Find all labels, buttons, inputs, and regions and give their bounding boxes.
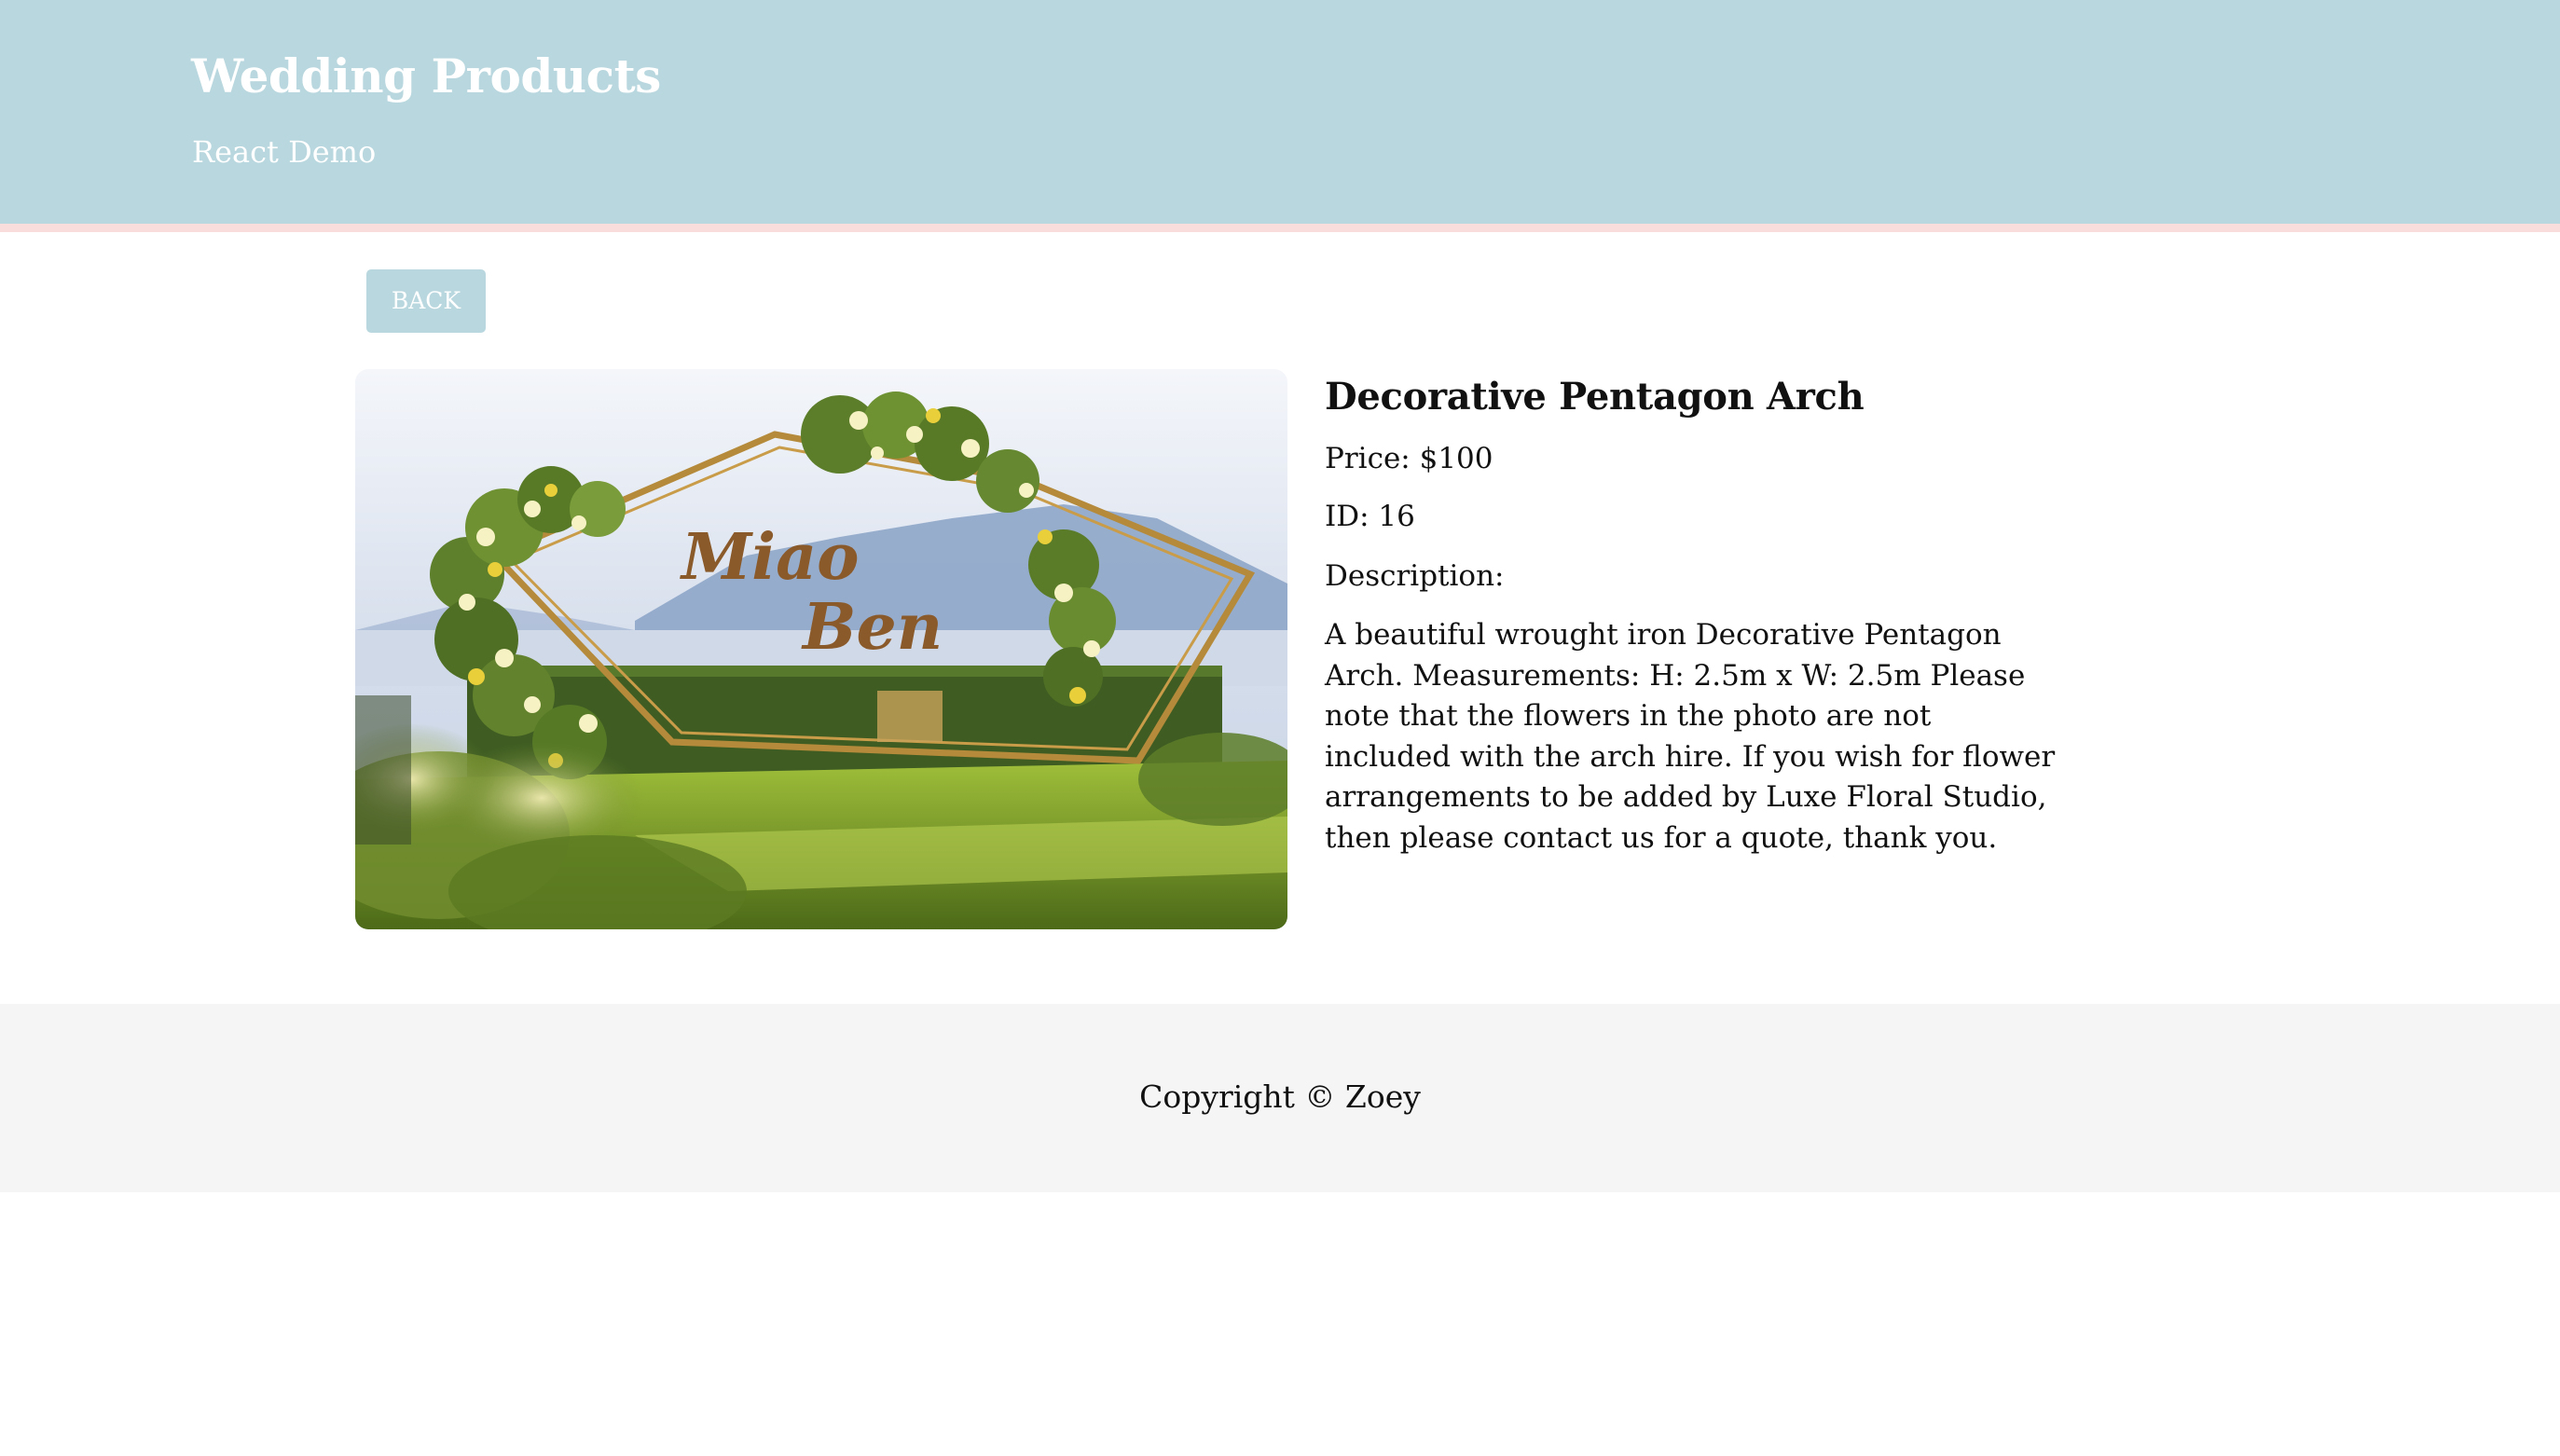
product-description: A beautiful wrought iron Decorative Pent…	[1325, 618, 2056, 855]
site-footer: Copyright © Zoey	[0, 1004, 2560, 1192]
product-id: ID: 16	[1325, 500, 1415, 533]
product-image: Miao Ben	[355, 369, 1287, 929]
svg-text:Ben: Ben	[801, 590, 943, 665]
site-title: Wedding Products	[191, 48, 661, 103]
product-name: Decorative Pentagon Arch	[1325, 375, 1865, 419]
site-subtitle: React Demo	[192, 134, 377, 170]
copyright-text: Copyright © Zoey	[1139, 1078, 1421, 1115]
product-price: Price: $100	[1325, 442, 1493, 475]
svg-text:Miao: Miao	[680, 520, 860, 595]
arch-photo: Miao Ben	[355, 369, 1287, 929]
description-label: Description:	[1325, 559, 1505, 593]
back-button[interactable]: BACK	[366, 269, 486, 333]
header-divider	[0, 224, 2560, 232]
site-header: Wedding Products React Demo	[0, 0, 2560, 224]
